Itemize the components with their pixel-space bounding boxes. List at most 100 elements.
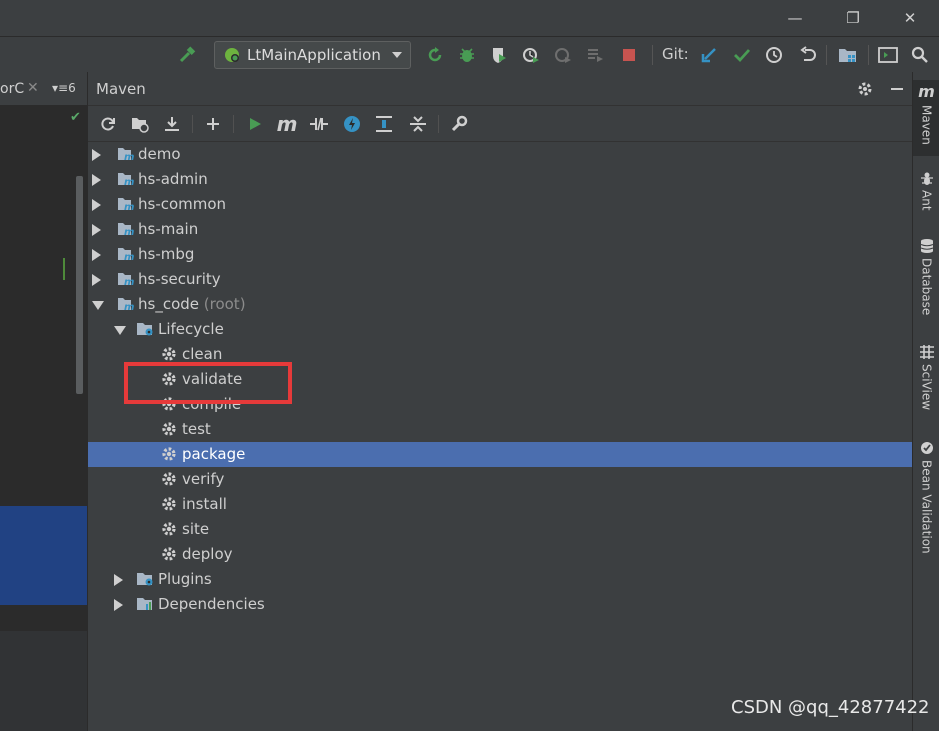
expand-arrow-icon[interactable]: [92, 199, 101, 211]
toggle-offline-icon[interactable]: [307, 112, 331, 136]
reload-icon[interactable]: [96, 112, 120, 136]
git-update-icon[interactable]: [697, 43, 721, 67]
tree-row-label: demo: [138, 145, 181, 163]
editor-tab-label[interactable]: orC: [0, 81, 24, 97]
attach-debugger-icon[interactable]: [551, 43, 575, 67]
git-commit-icon[interactable]: [730, 43, 754, 67]
maven-module-icon: m: [116, 295, 134, 313]
expand-arrow-icon[interactable]: [92, 274, 101, 286]
gear-icon[interactable]: [853, 77, 877, 101]
tree-row-label: site: [182, 520, 210, 538]
editor-tab-strip: orC ✕ ▾≡6: [0, 72, 87, 106]
editor-scrollbar[interactable]: [76, 176, 83, 394]
expand-arrow-icon[interactable]: [92, 174, 101, 186]
expand-arrow-icon[interactable]: [92, 224, 101, 236]
hide-panel-icon[interactable]: [885, 77, 909, 101]
tree-row-hs-mbg[interactable]: m hs-mbg: [88, 242, 913, 267]
skip-tests-icon[interactable]: [340, 112, 364, 136]
expand-arrow-icon[interactable]: [114, 574, 123, 586]
svg-text:m: m: [124, 277, 134, 288]
editor-selection: [0, 506, 87, 605]
coverage-icon[interactable]: [487, 43, 511, 67]
expand-arrow-icon[interactable]: [114, 599, 123, 611]
run-configuration-select[interactable]: LtMainApplication: [214, 41, 411, 69]
profile-icon[interactable]: [519, 43, 543, 67]
tree-row-label: package: [182, 445, 246, 463]
maven-module-icon: m: [116, 245, 134, 263]
tree-row-label: Plugins: [158, 570, 212, 588]
project-structure-icon[interactable]: [836, 43, 860, 67]
collapse-arrow-icon[interactable]: [92, 301, 104, 310]
terminal-icon[interactable]: [876, 43, 900, 67]
stripe-bean-validation-button[interactable]: Bean Validation: [913, 440, 939, 562]
tree-row-label: hs-security: [138, 270, 221, 288]
tree-row-label: Dependencies: [158, 595, 265, 613]
stripe-sciview-button[interactable]: SciView: [913, 344, 939, 416]
tree-row-test[interactable]: test: [88, 417, 913, 442]
build-list-icon[interactable]: [583, 43, 607, 67]
run-toolbar: LtMainApplication Git:: [0, 36, 939, 72]
tree-row-label: hs_code (root): [138, 295, 246, 313]
tree-row-dependencies[interactable]: Dependencies: [88, 592, 913, 617]
inspection-ok-icon: ✔: [70, 110, 81, 125]
search-icon[interactable]: [908, 43, 932, 67]
stripe-database-button[interactable]: Database: [913, 238, 939, 320]
tree-row-label: hs-main: [138, 220, 199, 238]
tree-row-package[interactable]: package: [88, 442, 913, 467]
tree-row-label: hs-admin: [138, 170, 208, 188]
generate-sources-icon[interactable]: [128, 112, 152, 136]
tree-row-hs-main[interactable]: m hs-main: [88, 217, 913, 242]
collapse-all-icon[interactable]: [406, 112, 430, 136]
gear-icon: [160, 420, 178, 438]
tree-row-hs-code[interactable]: m hs_code (root): [88, 292, 913, 317]
wrench-icon[interactable]: [447, 112, 471, 136]
tree-row-demo[interactable]: m demo: [88, 142, 913, 167]
debug-icon[interactable]: [455, 43, 479, 67]
rollback-icon[interactable]: [796, 43, 820, 67]
root-suffix-label: (root): [199, 295, 246, 313]
gear-icon: [160, 445, 178, 463]
tree-row-verify[interactable]: verify: [88, 467, 913, 492]
show-dependencies-icon[interactable]: [372, 112, 396, 136]
tree-row-label: Lifecycle: [158, 320, 224, 338]
stripe-ant-label: Ant: [919, 190, 934, 211]
tree-row-hs-security[interactable]: m hs-security: [88, 267, 913, 292]
stripe-maven-button[interactable]: m Maven: [913, 80, 939, 156]
maven-module-icon: m: [116, 195, 134, 213]
execute-goal-icon[interactable]: m: [275, 112, 299, 136]
tree-row-deploy[interactable]: deploy: [88, 542, 913, 567]
tree-row-plugins[interactable]: Plugins: [88, 567, 913, 592]
svg-text:m: m: [124, 252, 134, 263]
rerun-icon[interactable]: [423, 43, 447, 67]
editor-area[interactable]: ✔: [0, 106, 87, 731]
maven-toolbar: m: [88, 106, 913, 142]
restore-button[interactable]: ❐: [838, 6, 868, 30]
hammer-icon[interactable]: [176, 43, 200, 67]
expand-arrow-icon[interactable]: [92, 149, 101, 161]
tree-row-install[interactable]: install: [88, 492, 913, 517]
tree-row-label: hs-mbg: [138, 245, 195, 263]
tree-row-label: clean: [182, 345, 223, 363]
add-icon[interactable]: [201, 112, 225, 136]
maven-header: Maven: [88, 72, 913, 106]
maven-module-icon: m: [116, 145, 134, 163]
close-button[interactable]: ✕: [895, 6, 925, 30]
tree-row-hs-common[interactable]: m hs-common: [88, 192, 913, 217]
collapse-arrow-icon[interactable]: [114, 326, 126, 335]
minimize-button[interactable]: —: [780, 6, 810, 30]
maven-icon: m: [918, 82, 935, 101]
history-icon[interactable]: [762, 43, 786, 67]
stop-icon[interactable]: [617, 43, 641, 67]
tree-row-hs-admin[interactable]: m hs-admin: [88, 167, 913, 192]
expand-arrow-icon[interactable]: [92, 249, 101, 261]
svg-text:m: m: [124, 302, 134, 313]
maven-title: Maven: [96, 80, 146, 98]
tree-row-lifecycle[interactable]: Lifecycle: [88, 317, 913, 342]
close-tab-icon[interactable]: ✕: [27, 80, 39, 96]
run-icon[interactable]: [243, 112, 267, 136]
download-icon[interactable]: [160, 112, 184, 136]
watermark: CSDN @qq_42877422: [731, 697, 930, 718]
stripe-ant-button[interactable]: Ant: [913, 170, 939, 220]
tab-list-dropdown[interactable]: ▾≡6: [52, 81, 76, 95]
tree-row-site[interactable]: site: [88, 517, 913, 542]
